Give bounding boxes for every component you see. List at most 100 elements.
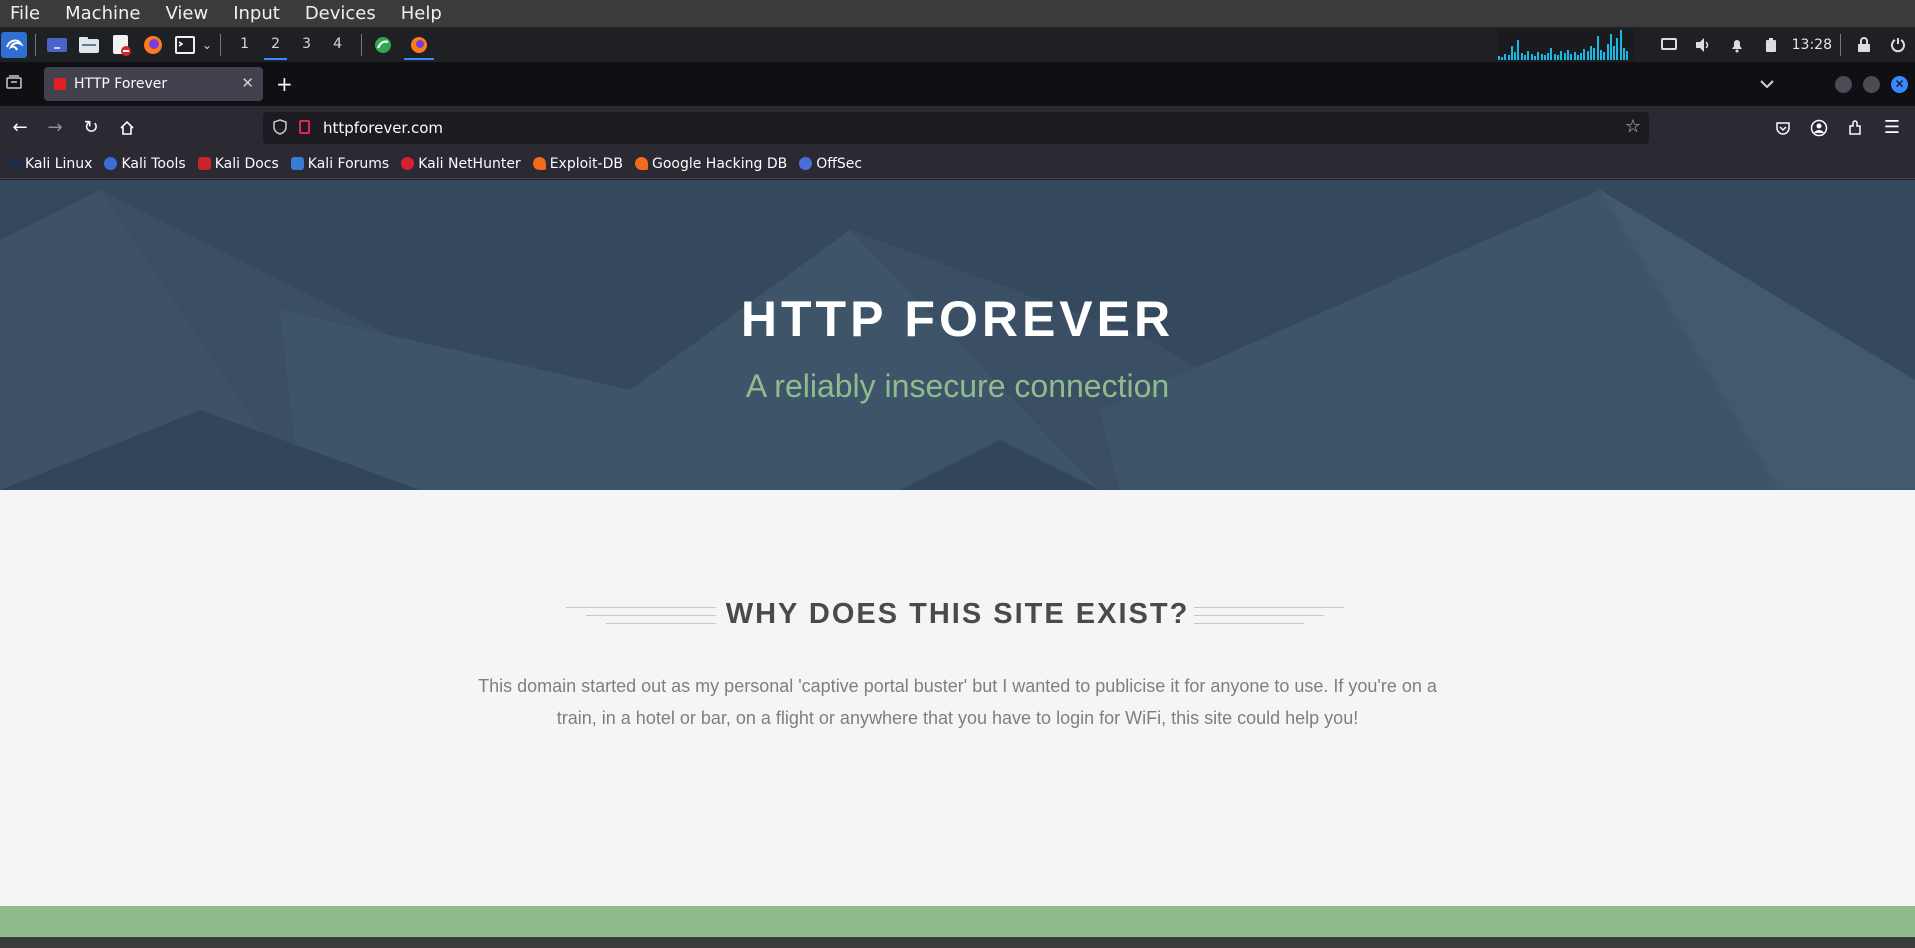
menu-input[interactable]: Input (233, 3, 280, 24)
menu-file[interactable]: File (10, 3, 40, 24)
hamburger-menu-icon[interactable]: ☰ (1880, 116, 1904, 140)
menu-view[interactable]: View (165, 3, 208, 24)
bookmark-label: Kali NetHunter (418, 155, 521, 172)
bookmark-kali-linux[interactable]: Kali Linux (8, 156, 92, 172)
panel-separator (361, 33, 363, 56)
extensions-icon[interactable] (1843, 116, 1867, 140)
hero-banner: HTTP FOREVER A reliably insecure connect… (0, 180, 1915, 490)
account-icon[interactable] (1807, 116, 1831, 140)
new-tab-button[interactable]: + (276, 72, 293, 96)
cpu-graph-bar (1613, 45, 1616, 60)
lock-icon[interactable] (1851, 32, 1877, 58)
cpu-graph-bar (1563, 52, 1566, 60)
url-bar[interactable]: httpforever.com ☆ (263, 112, 1649, 144)
bookmark-kali-forums[interactable]: Kali Forums (290, 156, 389, 172)
insecure-lock-icon[interactable] (299, 120, 310, 134)
text-editor-icon[interactable] (108, 32, 134, 58)
kali-docs-icon (197, 157, 211, 170)
heading-decoration-right (1194, 607, 1344, 633)
url-text[interactable]: httpforever.com (323, 119, 443, 137)
workspace-1[interactable]: 1 (229, 27, 260, 62)
close-window-button[interactable]: ✕ (1891, 76, 1908, 93)
cpu-graph-bar (1514, 51, 1517, 60)
menu-machine[interactable]: Machine (65, 3, 140, 24)
bookmark-kali-tools[interactable]: Kali Tools (104, 155, 186, 172)
nav-bar: ← → ↻ httpforever.com ☆ ☰ (0, 106, 1915, 149)
bookmark-kali-nethunter[interactable]: Kali NetHunter (401, 155, 521, 172)
chevron-down-icon[interactable]: ⌄ (202, 38, 212, 52)
exploit-db-icon (532, 157, 546, 170)
bookmark-exploit-db[interactable]: Exploit-DB (532, 155, 623, 172)
cpu-graph-bar (1583, 48, 1586, 60)
cpu-graph-bar (1500, 56, 1503, 60)
cpu-graph-bar (1616, 37, 1619, 60)
workspace-3[interactable]: 3 (291, 27, 322, 62)
taskbar-app-icon[interactable] (370, 32, 396, 58)
kali-forums-icon (290, 157, 304, 170)
back-button[interactable]: ← (8, 116, 32, 140)
pocket-icon[interactable] (1771, 116, 1795, 140)
list-all-tabs-icon[interactable] (6, 74, 26, 94)
ghdb-icon (634, 157, 648, 170)
power-icon[interactable] (1885, 32, 1911, 58)
bookmark-google-hacking-db[interactable]: Google Hacking DB (634, 155, 788, 172)
clock[interactable]: 13:28 (1792, 37, 1832, 53)
panel-separator (1840, 33, 1841, 56)
page-title: HTTP FOREVER (740, 291, 1175, 347)
kali-menu-icon[interactable] (1, 31, 27, 58)
cpu-graph-bar (1524, 54, 1527, 60)
volume-icon[interactable] (1690, 32, 1716, 58)
cpu-graph-bar (1603, 51, 1606, 60)
files-icon[interactable] (76, 32, 102, 58)
workspace-4[interactable]: 4 (322, 27, 353, 62)
cpu-graph-bar (1590, 45, 1593, 60)
minimize-button[interactable] (1835, 76, 1852, 93)
close-tab-icon[interactable]: ✕ (241, 74, 254, 92)
bookmark-label: Google Hacking DB (651, 155, 788, 172)
cpu-graph-bar (1553, 53, 1556, 60)
cpu-graph-bar (1606, 43, 1609, 60)
workspace-2[interactable]: 2 (260, 27, 291, 62)
taskbar-firefox-icon[interactable] (402, 27, 436, 62)
vbox-status-bar (0, 937, 1915, 948)
cpu-graph-bar (1533, 55, 1536, 60)
home-button[interactable] (115, 116, 139, 140)
section-heading: WHY DOES THIS SITE EXIST? (725, 598, 1190, 630)
bookmark-offsec[interactable]: OffSec (799, 156, 862, 172)
notification-bell-icon[interactable] (1724, 32, 1750, 58)
bookmark-label: Exploit-DB (549, 155, 623, 172)
cpu-graph-bar (1586, 50, 1589, 60)
shield-icon[interactable] (273, 119, 287, 139)
cpu-graph-bar (1540, 53, 1543, 60)
tab-http-forever[interactable]: HTTP Forever ✕ (44, 67, 263, 101)
bookmark-kali-docs[interactable]: Kali Docs (197, 156, 279, 172)
bookmark-label: Kali Tools (121, 155, 186, 172)
reload-button[interactable]: ↻ (79, 116, 103, 140)
cpu-graph-bar (1593, 47, 1596, 60)
terminal-icon[interactable] (172, 32, 198, 58)
page-viewport: HTTP FOREVER A reliably insecure connect… (0, 180, 1915, 937)
bookmark-label: OffSec (816, 155, 863, 172)
firefox-icon[interactable] (140, 32, 166, 58)
menu-devices[interactable]: Devices (305, 3, 376, 24)
desktop-icon[interactable] (44, 32, 70, 58)
kali-dragon-icon (8, 157, 21, 170)
active-indicator (404, 58, 435, 60)
cpu-graph-bar (1576, 54, 1579, 60)
forward-button[interactable]: → (43, 116, 67, 140)
bookmark-star-icon[interactable]: ☆ (1625, 116, 1641, 137)
chevron-down-icon[interactable] (1760, 74, 1774, 93)
bookmarks-bar: Kali Linux Kali Tools Kali Docs Kali For… (0, 149, 1915, 179)
battery-icon[interactable] (1758, 32, 1784, 58)
cpu-graph-bar (1580, 52, 1583, 60)
cpu-graph-bar (1543, 54, 1546, 60)
offsec-icon (799, 157, 813, 170)
maximize-button[interactable] (1863, 76, 1880, 93)
tab-title: HTTP Forever (74, 76, 168, 92)
vbox-menubar: File Machine View Input Devices Help (0, 0, 1915, 27)
menu-help[interactable]: Help (401, 3, 442, 24)
cpu-graph-bar (1619, 29, 1622, 60)
display-icon[interactable] (1656, 32, 1682, 58)
cpu-graph-bar (1530, 53, 1533, 60)
cpu-graph-bar (1596, 35, 1599, 60)
